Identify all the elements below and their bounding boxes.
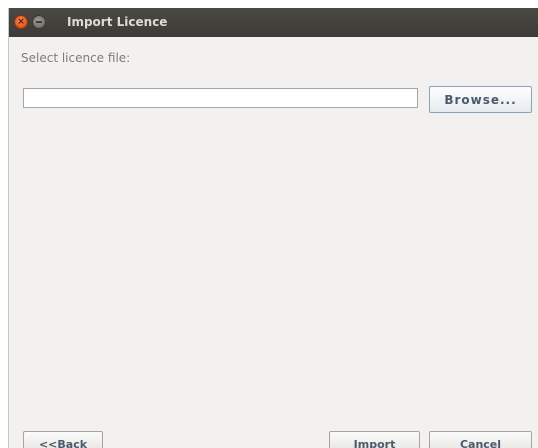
back-button[interactable]: <<Back xyxy=(23,431,103,448)
licence-file-path-input[interactable] xyxy=(23,88,418,108)
window-title: Import Licence xyxy=(67,15,168,29)
minimize-icon xyxy=(36,21,42,23)
title-bar[interactable]: × Import Licence xyxy=(9,8,538,37)
import-button[interactable]: Import xyxy=(329,431,420,448)
close-button[interactable]: × xyxy=(14,15,28,29)
minimize-button[interactable] xyxy=(32,15,46,29)
browse-button[interactable]: Browse... xyxy=(429,86,532,113)
import-licence-dialog: × Import Licence Select licence file: Br… xyxy=(8,8,538,448)
select-file-label: Select licence file: xyxy=(21,51,131,65)
close-icon: × xyxy=(17,17,25,27)
cancel-button[interactable]: Cancel xyxy=(429,431,532,448)
